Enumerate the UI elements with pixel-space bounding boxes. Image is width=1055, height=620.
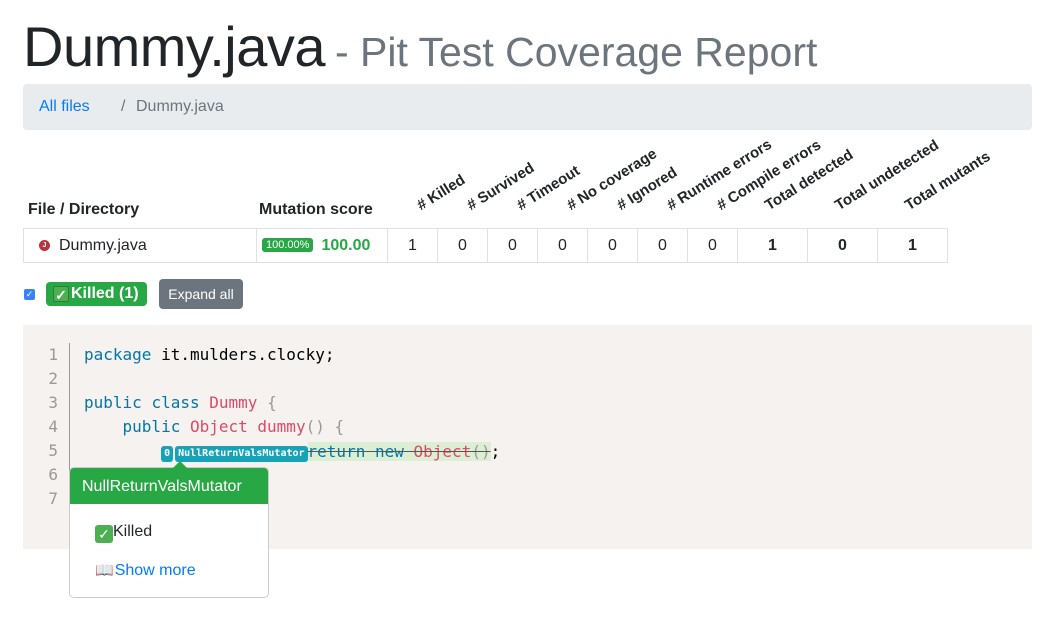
total-mutants-count: 1: [877, 228, 948, 263]
type-name: Object: [189, 417, 248, 436]
score-value: 100.00: [321, 236, 371, 254]
keyword: new: [374, 442, 404, 461]
column-header-mutation-score: Mutation score: [259, 201, 373, 218]
check-mark-icon: ✓: [53, 286, 69, 303]
punctuation: {: [267, 393, 277, 412]
file-name: Dummy.java: [59, 236, 147, 254]
popover-status: ✓ Killed: [95, 523, 152, 543]
punctuation: {: [334, 417, 345, 436]
keyword: return: [307, 442, 366, 461]
java-file-icon: J: [39, 239, 50, 251]
popover-arrow: [173, 461, 187, 468]
line-number: 7: [48, 489, 58, 508]
mutant-id-badge[interactable]: 0: [161, 446, 174, 462]
killed-filter-badge[interactable]: ✓ Killed (1): [46, 282, 147, 306]
punctuation: ;: [490, 442, 501, 461]
code-line: package it.mulders.clocky;: [84, 343, 500, 367]
column-header-killed: # Killed: [413, 171, 469, 214]
breadcrumb-separator: /: [121, 98, 126, 115]
compile-errors-count: 0: [687, 228, 738, 263]
code-line: public Object dummy() {: [84, 415, 500, 439]
runtime-errors-count: 0: [637, 228, 688, 263]
score-badge: 100.00%: [262, 237, 314, 252]
line-number: 5: [48, 441, 58, 460]
mutant-badges: 0 NullReturnValsMutator: [161, 439, 308, 463]
keyword: class: [151, 393, 200, 412]
popover-title: NullReturnValsMutator: [70, 468, 268, 504]
code-line: public class Dummy {: [84, 391, 500, 415]
page-title: Dummy.java - Pit Test Coverage Report: [23, 14, 817, 79]
class-name: Dummy: [209, 393, 258, 412]
killed-filter-label: Killed (1): [71, 285, 139, 302]
breadcrumb-current: Dummy.java: [136, 98, 224, 115]
total-undetected-count: 0: [807, 228, 878, 263]
expand-all-button[interactable]: Expand all: [159, 279, 243, 309]
timeout-count: 0: [487, 228, 538, 263]
code-line: 0 NullReturnValsMutator return new Object(…: [84, 439, 500, 463]
killed-count: 1: [387, 228, 438, 263]
table-row: J Dummy.java 100.00% 100.00 1 0 0 0 0 0 0 …: [23, 228, 948, 263]
show-more-label: Show more: [114, 562, 196, 579]
mutated-code-span[interactable]: return new Object(): [307, 442, 491, 461]
line-number: 6: [48, 465, 58, 484]
line-number-gutter: 1 2 3 4 5 6 7: [23, 343, 70, 511]
page-title-subtitle: - Pit Test Coverage Report: [335, 29, 818, 75]
check-mark-icon: ✓: [95, 525, 113, 543]
class-name: Object: [413, 442, 472, 461]
keyword: public: [84, 393, 142, 412]
line-number: 2: [48, 369, 58, 388]
killed-filter-checkbox[interactable]: ✓: [24, 289, 35, 300]
page-title-file: Dummy.java: [23, 15, 326, 78]
ignored-count: 0: [587, 228, 638, 263]
column-header-file: File / Directory: [28, 201, 140, 218]
mutant-popover: NullReturnValsMutator ✓ Killed 📖Show more: [69, 461, 269, 598]
mutation-stats-table: J Dummy.java 100.00% 100.00 1 0 0 0 0 0 0 …: [23, 228, 948, 263]
mutation-score-cell: 100.00% 100.00: [256, 228, 388, 263]
punctuation: (): [471, 442, 491, 461]
show-more-link[interactable]: 📖Show more: [95, 561, 196, 580]
total-detected-count: 1: [737, 228, 808, 263]
line-number: 4: [48, 417, 58, 436]
survived-count: 0: [437, 228, 488, 263]
punctuation: (): [305, 417, 325, 436]
package-name: it.mulders.clocky;: [151, 345, 335, 364]
mutant-mutator-badge[interactable]: NullReturnValsMutator: [175, 446, 308, 462]
breadcrumb-all-files-link[interactable]: All files: [39, 98, 90, 116]
keyword: public: [122, 417, 181, 436]
no-coverage-count: 0: [537, 228, 588, 263]
file-cell: J Dummy.java: [23, 228, 257, 263]
popover-status-label: Killed: [113, 523, 153, 540]
breadcrumb: All files / Dummy.java: [23, 84, 1032, 130]
method-name: dummy: [257, 417, 306, 436]
keyword: package: [84, 345, 152, 364]
book-icon: 📖: [95, 562, 114, 579]
line-number: 3: [48, 393, 58, 412]
line-number: 1: [48, 345, 58, 364]
